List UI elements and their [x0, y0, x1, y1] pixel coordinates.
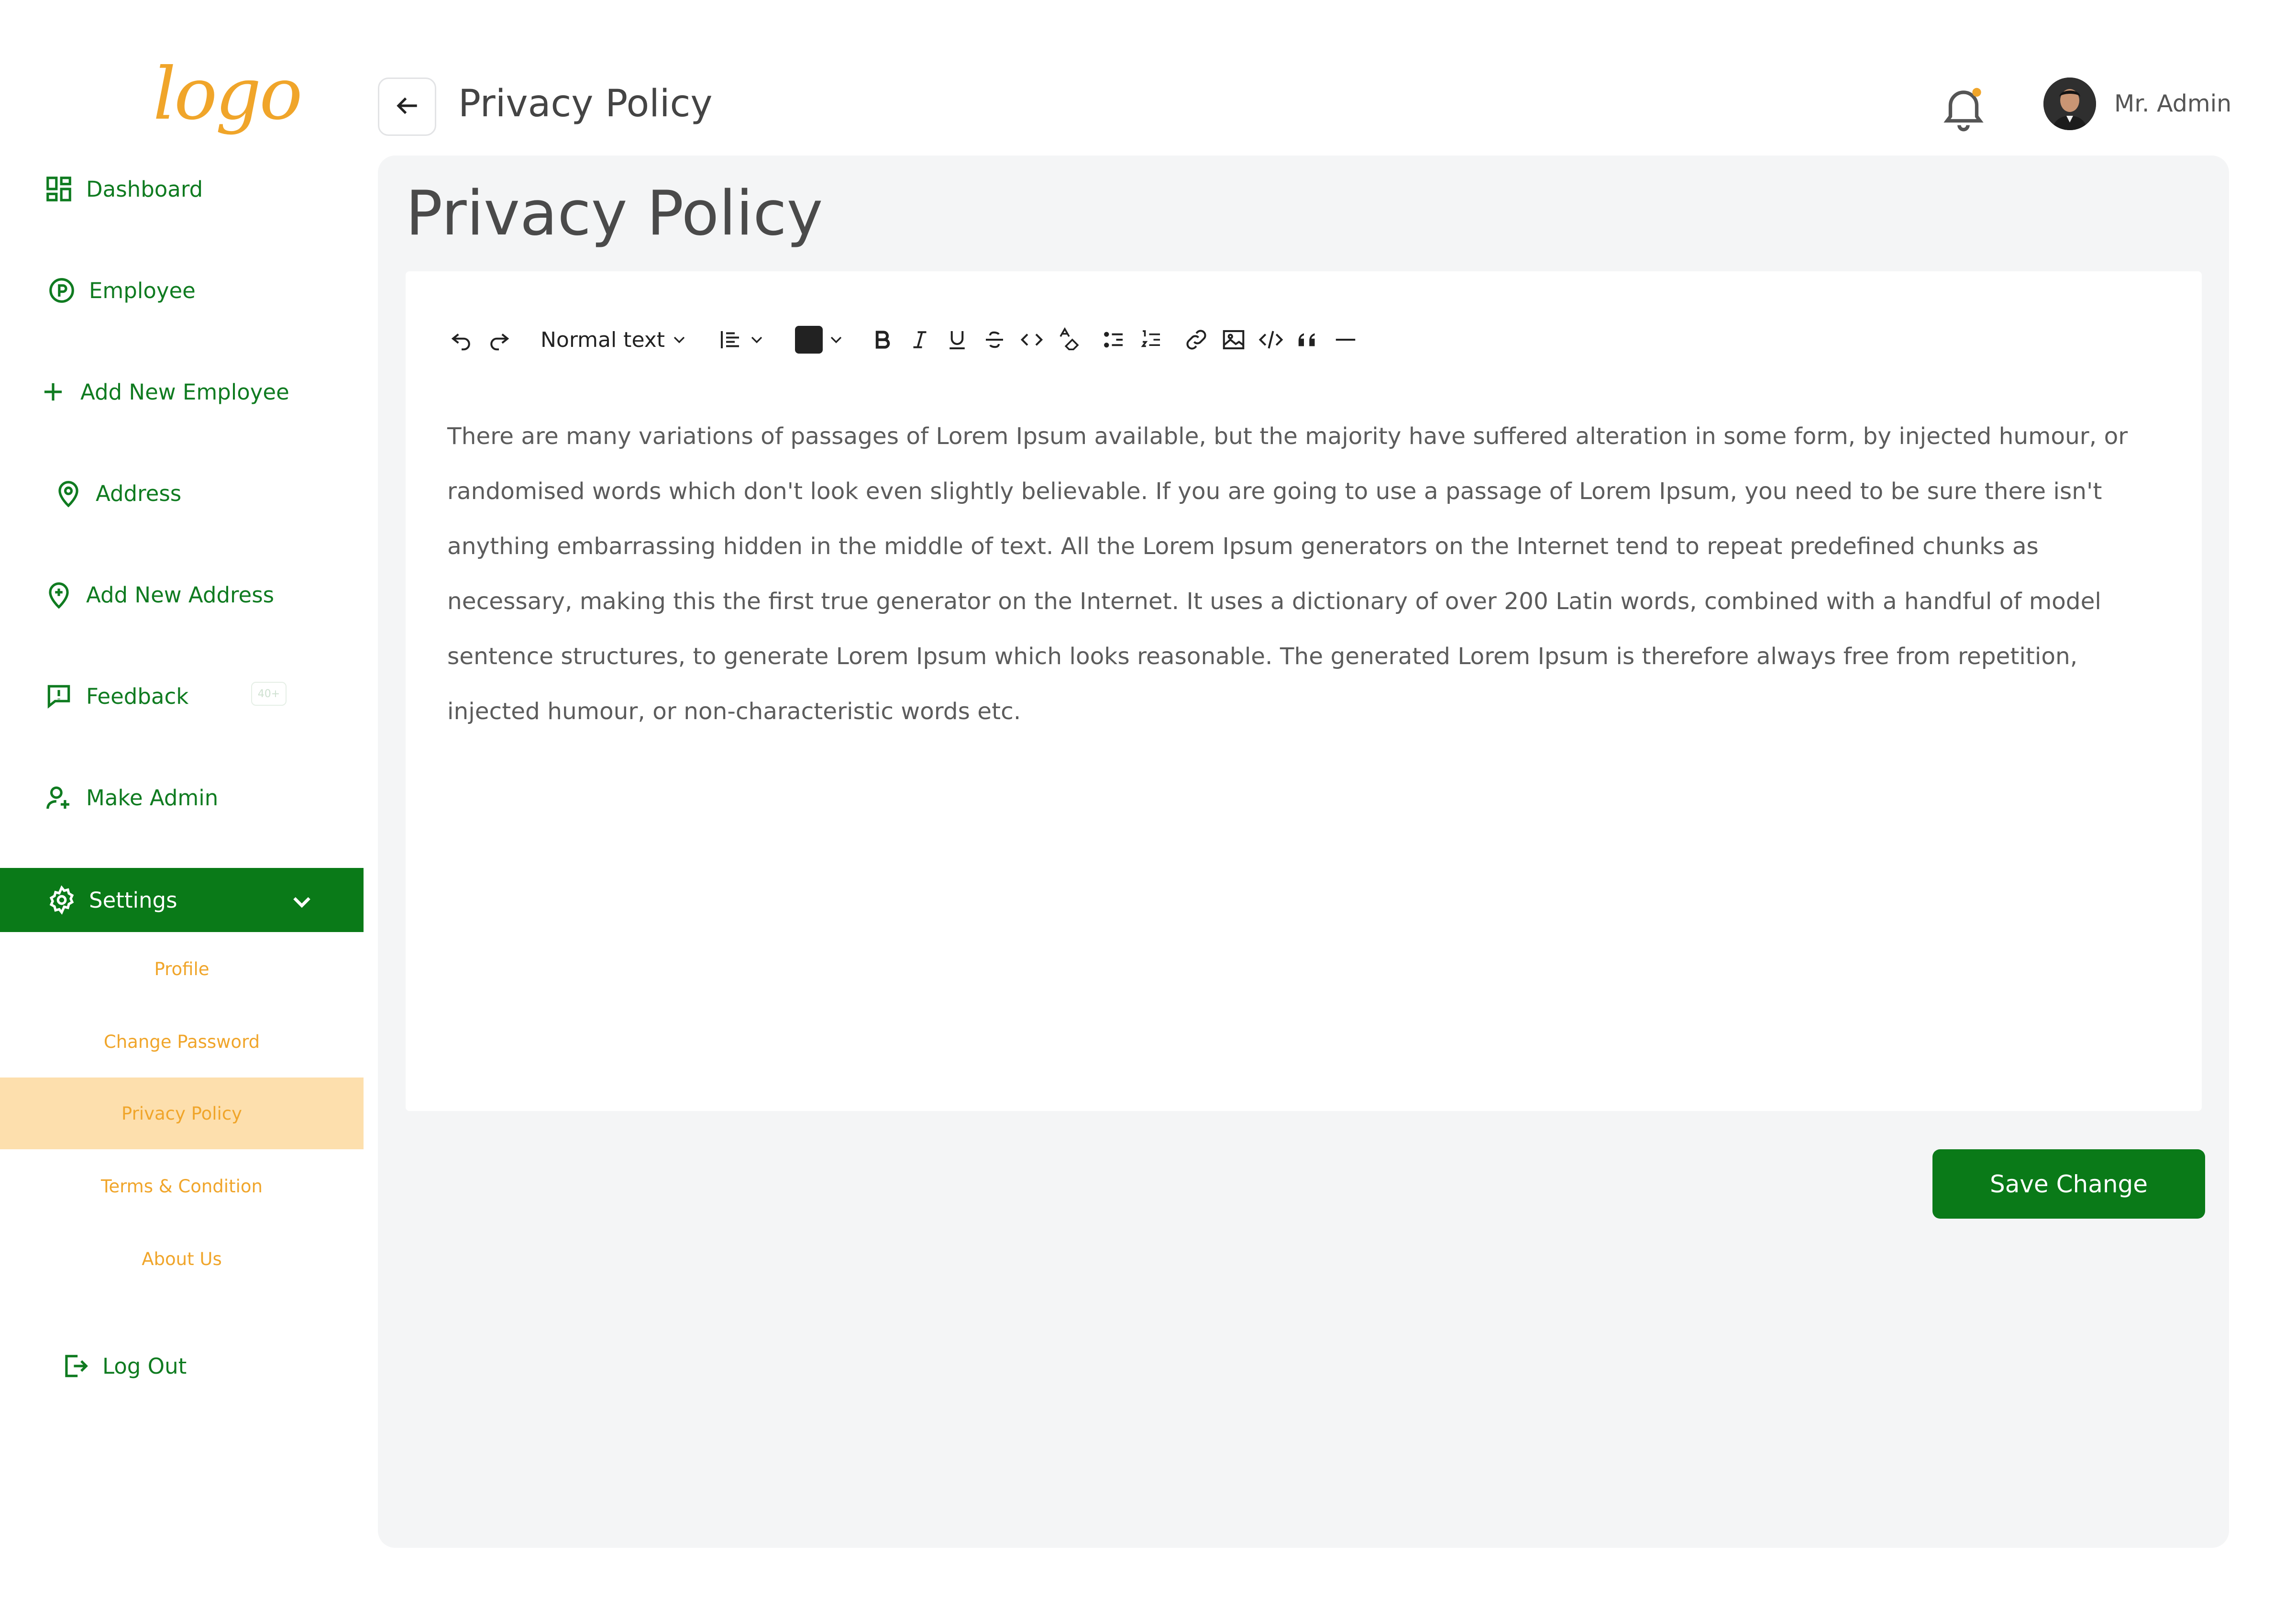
logout-button[interactable]: Log Out — [0, 1335, 364, 1397]
italic-icon — [913, 331, 927, 348]
settings-sub-about-us[interactable]: About Us — [0, 1223, 364, 1295]
settings-sub-terms-condition[interactable]: Terms & Condition — [0, 1150, 364, 1222]
plus-icon — [36, 375, 70, 409]
numbered-list-button[interactable] — [1138, 321, 1164, 359]
redo-icon — [490, 333, 509, 351]
inline-code-button[interactable] — [1019, 321, 1045, 359]
chevron-down-icon — [830, 336, 842, 344]
code-icon — [1020, 333, 1043, 346]
undo-icon — [451, 333, 470, 351]
sidebar-item-label: Settings — [89, 887, 177, 913]
link-button[interactable] — [1183, 321, 1209, 359]
map-pin-plus-icon — [42, 578, 76, 611]
sidebar-item-label: Add New Address — [86, 582, 275, 608]
sidebar-item-settings[interactable]: Settings — [0, 868, 364, 932]
bullet-list-button[interactable] — [1101, 321, 1127, 359]
italic-button[interactable] — [907, 321, 933, 359]
back-button[interactable] — [378, 78, 436, 136]
bold-icon — [875, 331, 890, 349]
map-pin-icon — [52, 477, 85, 510]
settings-sub-profile[interactable]: Profile — [0, 933, 364, 1005]
editor-toolbar: Normal text — [449, 321, 1370, 359]
color-swatch — [795, 326, 823, 354]
text-style-dropdown[interactable]: Normal text — [541, 321, 689, 359]
code-block-button[interactable] — [1258, 321, 1284, 359]
feedback-icon — [42, 679, 76, 713]
sidebar-item-feedback[interactable]: Feedback — [0, 665, 364, 727]
save-change-button[interactable]: Save Change — [1932, 1149, 2205, 1219]
sidebar-item-label: Address — [96, 480, 182, 506]
user-plus-icon — [42, 781, 76, 814]
sidebar-item-address[interactable]: Address — [0, 462, 364, 524]
settings-sub-privacy-policy[interactable]: Privacy Policy — [0, 1078, 364, 1149]
text-style-value: Normal text — [541, 327, 665, 352]
blockquote-button[interactable] — [1295, 321, 1321, 359]
settings-sub-change-password[interactable]: Change Password — [0, 1006, 364, 1078]
clear-format-button[interactable] — [1056, 321, 1082, 359]
sidebar-item-label: Add New Employee — [80, 379, 289, 405]
sidebar-item-add-new-employee[interactable]: Add New Employee — [0, 361, 364, 423]
bold-button[interactable] — [870, 321, 895, 359]
gear-icon — [45, 883, 78, 917]
chevron-down-icon — [287, 887, 317, 922]
text-color-dropdown[interactable] — [795, 321, 846, 359]
sidebar-item-employee[interactable]: Employee — [0, 259, 364, 322]
undo-button[interactable] — [449, 321, 475, 359]
dashboard-icon — [42, 172, 76, 206]
strikethrough-button[interactable] — [982, 321, 1007, 359]
page-title: Privacy Policy — [406, 178, 823, 249]
header-title: Privacy Policy — [458, 82, 713, 125]
logout-icon — [58, 1349, 92, 1383]
alignment-dropdown[interactable] — [718, 321, 766, 359]
feedback-count-badge: 40+ — [251, 682, 287, 706]
chevron-down-icon — [673, 336, 685, 344]
image-icon — [1223, 330, 1245, 350]
image-button[interactable] — [1221, 321, 1247, 359]
notification-button[interactable] — [1937, 81, 1990, 134]
horizontal-rule-icon — [1336, 338, 1356, 341]
chevron-down-icon — [751, 336, 762, 344]
code-block-icon — [1258, 331, 1283, 349]
arrow-left-icon — [392, 91, 422, 122]
sidebar-item-make-admin[interactable]: Make Admin — [0, 767, 364, 829]
underline-icon — [949, 331, 965, 350]
bullet-list-icon — [1104, 332, 1123, 348]
align-left-icon — [721, 331, 740, 348]
eraser-icon — [1060, 327, 1079, 351]
sidebar-item-add-new-address[interactable]: Add New Address — [0, 564, 364, 626]
policy-body-text[interactable]: There are many variations of passages of… — [447, 409, 2155, 739]
strikethrough-icon — [986, 331, 1004, 348]
sidebar-item-label: Employee — [89, 278, 196, 303]
redo-button[interactable] — [486, 321, 512, 359]
sidebar-item-label: Dashboard — [86, 176, 203, 202]
link-icon — [1186, 330, 1206, 350]
horizontal-rule-button[interactable] — [1333, 321, 1358, 359]
brand-logo[interactable]: logo — [153, 53, 303, 136]
quote-icon — [1298, 333, 1315, 346]
parking-circle-icon — [45, 274, 78, 307]
bell-icon — [1943, 88, 1984, 132]
underline-button[interactable] — [944, 321, 970, 359]
logout-label: Log Out — [102, 1353, 187, 1379]
numbered-list-icon — [1141, 330, 1160, 347]
avatar[interactable] — [2043, 78, 2096, 130]
sidebar-item-label: Feedback — [86, 683, 189, 709]
sidebar-item-dashboard[interactable]: Dashboard — [0, 158, 364, 220]
user-name[interactable]: Mr. Admin — [2114, 90, 2231, 117]
sidebar-item-label: Make Admin — [86, 785, 219, 811]
